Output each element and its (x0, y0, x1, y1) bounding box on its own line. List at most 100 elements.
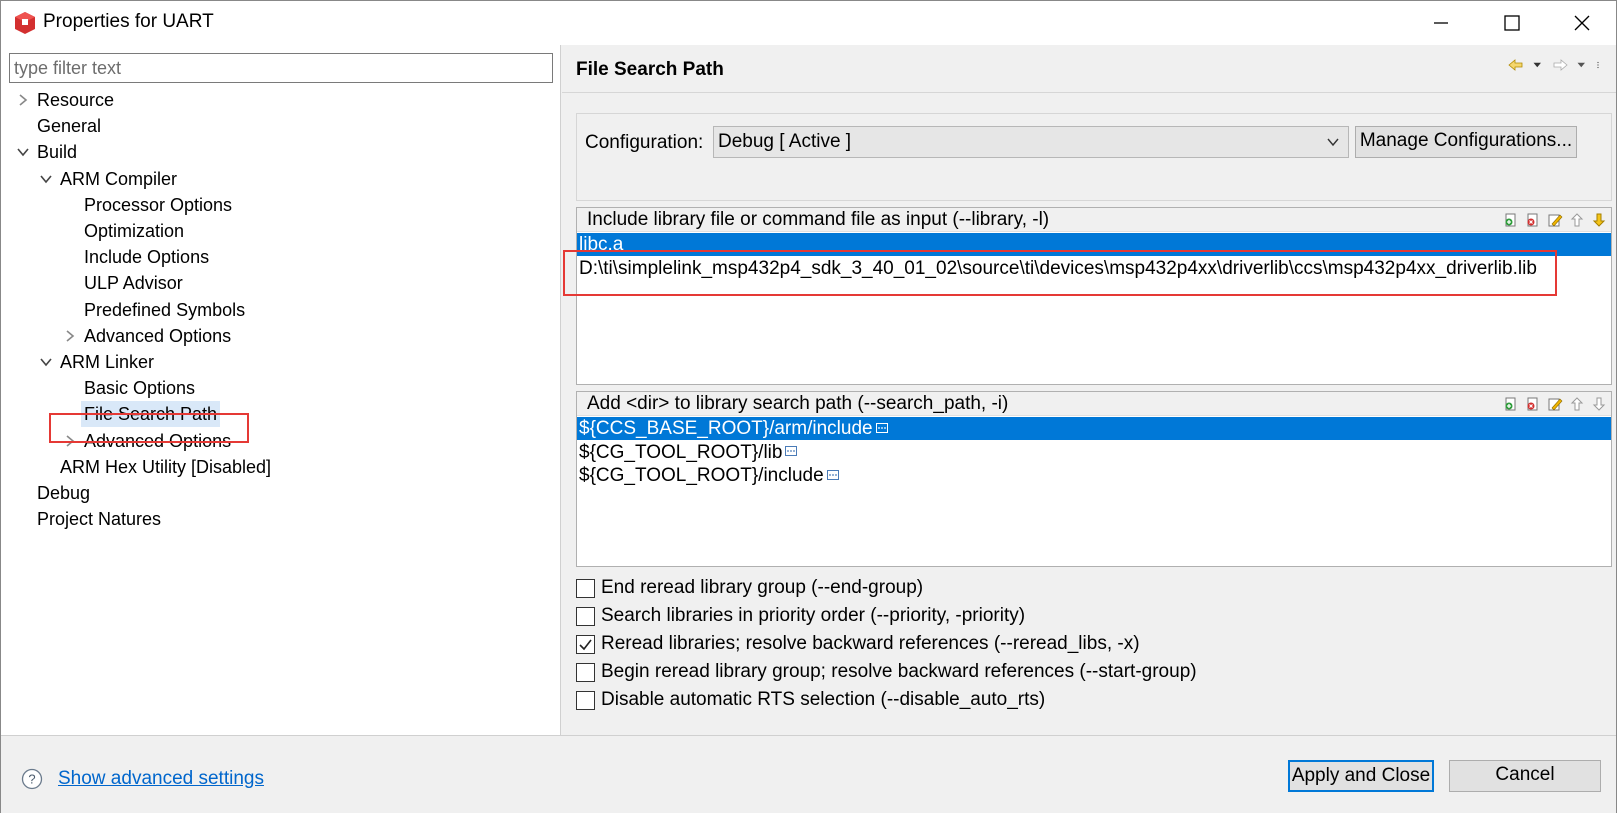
dialog-footer: ? Show advanced settings Apply and Close… (1, 735, 1616, 813)
edit-icon[interactable] (1547, 396, 1563, 412)
search-path-list-title: Add <dir> to library search path (--sear… (587, 393, 1009, 414)
window-title: Properties for UART (43, 11, 214, 32)
tree-item[interactable]: Resource (1, 87, 561, 113)
list-item[interactable]: ${CG_TOOL_ROOT}/include (577, 464, 1611, 487)
tree-item[interactable]: ARM Linker (1, 349, 561, 375)
minimize-button[interactable] (1413, 1, 1469, 45)
tree-item[interactable]: General (1, 113, 561, 139)
tree-item-label: General (37, 116, 102, 137)
back-arrow-icon[interactable] (1508, 57, 1524, 73)
tree-item-label: Resource (37, 90, 115, 110)
tree-item-label: Include Options (84, 247, 210, 268)
chevron-down-icon[interactable] (15, 139, 31, 165)
list-item[interactable]: ${CG_TOOL_ROOT}/lib (577, 441, 1611, 464)
delete-icon[interactable] (1525, 212, 1541, 228)
tree-item-label: ARM Hex Utility [Disabled] (60, 456, 272, 477)
checkbox[interactable] (576, 691, 595, 710)
tree-item[interactable]: Predefined Symbols (1, 297, 561, 323)
chevron-down-icon[interactable] (38, 166, 54, 192)
tree-item[interactable]: Optimization (1, 218, 561, 244)
tree-item[interactable]: Processor Options (1, 192, 561, 218)
search-path-list-toolbar (1503, 396, 1607, 412)
checkbox[interactable] (576, 663, 595, 682)
add-icon[interactable] (1503, 396, 1519, 412)
tree-item[interactable]: Debug (1, 480, 561, 506)
forward-arrow-icon[interactable] (1552, 57, 1568, 73)
tree-item-label: ARM Linker (60, 352, 155, 372)
back-dropdown-icon[interactable] (1532, 57, 1544, 73)
variable-ellipsis-icon (875, 422, 888, 433)
tree-item[interactable]: Project Natures (1, 506, 561, 532)
page-nav (1508, 55, 1604, 75)
tree-item-label: Predefined Symbols (84, 299, 246, 320)
variable-ellipsis-icon (785, 446, 798, 457)
property-page: File Search Path Configuration: Debug [ … (562, 45, 1616, 735)
list-item[interactable]: ${CCS_BASE_ROOT}/arm/include (577, 417, 1611, 440)
page-title: File Search Path (576, 59, 724, 80)
tree-item-label: Project Natures (37, 509, 162, 530)
forward-dropdown-icon[interactable] (1576, 57, 1588, 73)
delete-icon[interactable] (1525, 396, 1541, 412)
checkbox-checked[interactable] (576, 635, 595, 654)
option-label: End reread library group (--end-group) (601, 577, 924, 598)
manage-configurations-button[interactable]: Manage Configurations... (1355, 126, 1577, 158)
tree-item-label: Debug (37, 483, 91, 503)
chevron-down-icon (1327, 138, 1339, 147)
checkbox[interactable] (576, 579, 595, 598)
tree-item-label: Advanced Options (84, 325, 232, 346)
chevron-right-icon[interactable] (62, 323, 78, 349)
move-down-icon[interactable] (1591, 396, 1607, 412)
tree-item[interactable]: Advanced Options (1, 323, 561, 349)
filter-input[interactable] (9, 53, 553, 83)
configuration-label: Configuration: (585, 132, 704, 153)
checkbox[interactable] (576, 607, 595, 626)
ccs-app-icon (15, 12, 35, 34)
add-icon[interactable] (1503, 212, 1519, 228)
list-item-text: ${CG_TOOL_ROOT}/lib (579, 441, 783, 463)
chevron-right-icon[interactable] (15, 87, 31, 113)
tree-item[interactable]: Include Options (1, 244, 561, 270)
view-menu-icon[interactable] (1596, 57, 1604, 73)
tree-item-label: Processor Options (84, 194, 233, 215)
search-path-list-group: Add <dir> to library search path (--sear… (576, 391, 1612, 567)
highlight-box-library (563, 250, 1557, 296)
tree-item-label: Optimization (84, 221, 185, 241)
move-up-icon[interactable] (1569, 396, 1585, 412)
close-icon (1574, 15, 1590, 31)
move-down-icon[interactable] (1591, 212, 1607, 228)
maximize-icon (1504, 15, 1520, 31)
title-bar: Properties for UART (1, 1, 1616, 45)
minimize-icon (1434, 22, 1448, 24)
tree-item[interactable]: ARM Hex Utility [Disabled] (1, 454, 561, 480)
show-advanced-settings-link[interactable]: Show advanced settings (58, 768, 264, 790)
edit-icon[interactable] (1547, 212, 1563, 228)
apply-and-close-button[interactable]: Apply and Close (1288, 760, 1434, 792)
library-list-group: Include library file or command file as … (563, 207, 1612, 385)
tree-item-label: Build (37, 142, 78, 163)
configuration-select[interactable]: Debug [ Active ] (713, 126, 1349, 158)
list-item-text: ${CCS_BASE_ROOT}/arm/include (579, 418, 873, 439)
tree-item[interactable]: Basic Options (1, 375, 561, 401)
svg-text:?: ? (28, 772, 35, 787)
configuration-value: Debug [ Active ] (718, 131, 852, 152)
tree-item[interactable]: ARM Compiler (1, 166, 561, 192)
checkmark-icon (579, 639, 592, 651)
help-icon[interactable]: ? (21, 768, 43, 790)
library-list-header: Include library file or command file as … (577, 208, 1611, 232)
close-button[interactable] (1554, 1, 1610, 45)
option-label: Begin reread library group; resolve back… (601, 661, 1197, 682)
option-label: Search libraries in priority order (--pr… (601, 605, 1026, 626)
highlight-box-tree (49, 413, 249, 443)
tree-item-label: Basic Options (84, 378, 196, 399)
cancel-button[interactable]: Cancel (1449, 760, 1601, 792)
tree-item-label: ULP Advisor (84, 273, 183, 294)
tree-item[interactable]: ULP Advisor (1, 270, 561, 296)
properties-dialog: Properties for UART Resource General Build… (0, 0, 1617, 813)
move-up-icon[interactable] (1569, 212, 1585, 228)
configuration-group: Configuration: Debug [ Active ] Manage C… (576, 113, 1612, 201)
maximize-button[interactable] (1484, 1, 1540, 45)
tree-item[interactable]: Build (1, 139, 561, 165)
chevron-down-icon[interactable] (38, 349, 54, 375)
option-label: Reread libraries; resolve backward refer… (601, 633, 1140, 654)
list-item-text: ${CG_TOOL_ROOT}/include (579, 465, 824, 486)
